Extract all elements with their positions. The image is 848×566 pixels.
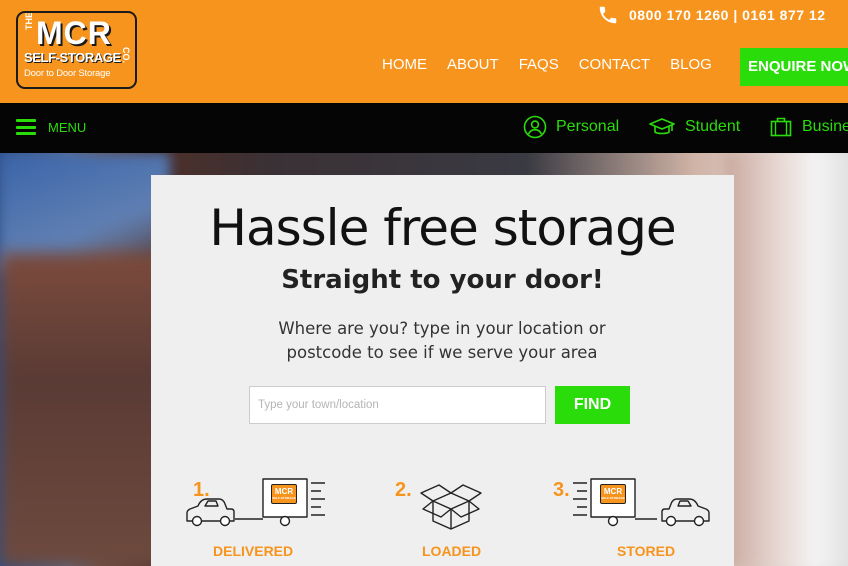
phone-contact[interactable]: 0800 170 1260 | 0161 877 12 — [597, 4, 825, 26]
phone-icon — [599, 6, 617, 24]
category-student[interactable]: Student — [648, 115, 740, 139]
top-header: THE MCR SELF-STORAGE CO. Door to Door St… — [0, 0, 848, 103]
nav-contact[interactable]: CONTACT — [579, 56, 650, 73]
phone-numbers: 0800 170 1260 | 0161 877 12 — [629, 7, 826, 23]
logo-self-storage-text: SELF-STORAGE — [24, 50, 121, 65]
menu-toggle[interactable]: MENU — [16, 119, 86, 135]
mini-logo: MCR SELF-STORAGE — [600, 484, 626, 504]
hero-description-line: postcode to see if we serve your area — [286, 343, 598, 362]
category-label: Business — [802, 118, 848, 135]
graduation-cap-icon — [649, 118, 675, 135]
hero-subtitle: Straight to your door! — [281, 265, 604, 295]
person-circle-icon — [523, 115, 547, 139]
hero-description: Where are you? type in your location or … — [242, 317, 642, 365]
logo-co-text: CO. — [121, 47, 131, 64]
nav-faqs[interactable]: FAQS — [519, 56, 559, 73]
step-number: 2. — [395, 479, 412, 501]
logo-the-text: THE — [24, 12, 34, 30]
trailer-van-icon — [573, 478, 710, 527]
hero-description-line: Where are you? type in your location or — [278, 319, 606, 338]
site-logo[interactable]: THE MCR SELF-STORAGE CO. Door to Door St… — [16, 11, 137, 89]
nav-home[interactable]: HOME — [382, 56, 427, 73]
category-personal[interactable]: Personal — [523, 115, 619, 139]
main-nav: HOME ABOUT FAQS CONTACT BLOG — [382, 56, 732, 73]
category-label: Personal — [556, 118, 620, 135]
open-box-icon — [420, 484, 482, 530]
mini-logo: MCR SELF-STORAGE — [271, 484, 297, 504]
menu-label: MENU — [48, 119, 87, 135]
step-label: DELIVERED — [213, 543, 294, 559]
step-label: LOADED — [422, 543, 482, 559]
location-search-input[interactable] — [249, 386, 546, 424]
enquire-now-button[interactable]: ENQUIRE NOW — [740, 48, 848, 86]
category-bar: MENU Personal Student Business — [0, 103, 848, 153]
van-trailer-icon — [186, 478, 325, 527]
logo-tagline: Door to Door Storage — [24, 68, 111, 79]
search-card: Hassle free storage Straight to your doo… — [151, 175, 734, 566]
step-label: STORED — [617, 543, 676, 559]
category-label: Student — [685, 118, 741, 135]
hamburger-icon — [16, 119, 36, 135]
logo-mcr-text: MCR — [36, 15, 112, 51]
briefcase-icon — [770, 117, 792, 137]
category-business[interactable]: Business — [769, 115, 848, 139]
find-button[interactable]: FIND — [555, 386, 630, 424]
nav-about[interactable]: ABOUT — [447, 56, 499, 73]
hero-title: Hassle free storage — [209, 199, 676, 257]
nav-blog[interactable]: BLOG — [670, 56, 712, 73]
